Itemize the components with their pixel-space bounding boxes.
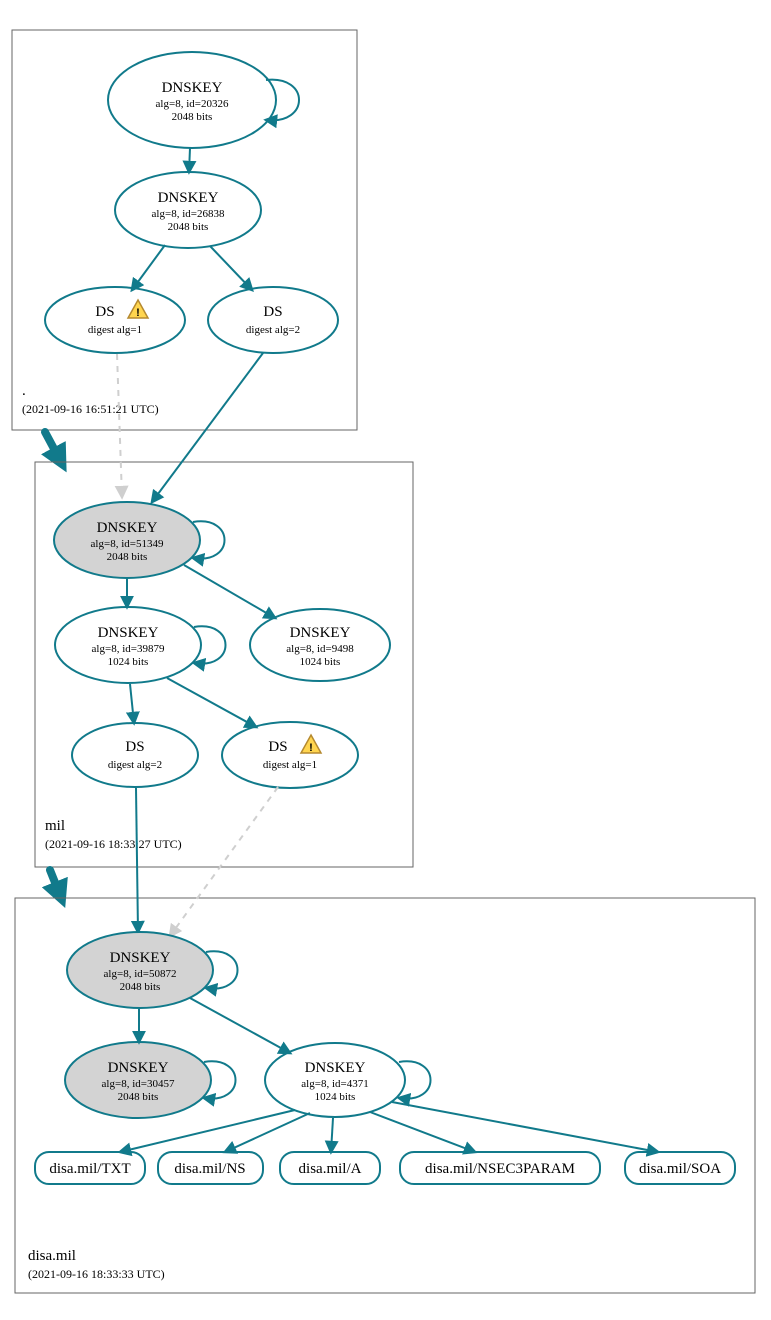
svg-text:DNSKEY: DNSKEY xyxy=(290,625,351,641)
svg-text:alg=8, id=26838: alg=8, id=26838 xyxy=(152,208,225,220)
edge-milzsk-to-ds1 xyxy=(167,678,256,727)
node-root-ds2: DS digest alg=2 xyxy=(208,287,338,353)
edge-root-ksk-to-zsk xyxy=(189,148,190,172)
zone-root-timestamp: (2021-09-16 16:51:21 UTC) xyxy=(22,402,159,416)
edge-root-zsk-to-ds2 xyxy=(210,246,252,290)
node-mil-ds2: DS digest alg=2 xyxy=(72,723,198,787)
rr-soa: disa.mil/SOA xyxy=(625,1152,735,1184)
node-root-ds1: DS digest alg=1 ! xyxy=(45,287,185,353)
svg-text:2048 bits: 2048 bits xyxy=(168,221,209,233)
node-mil-ds1: DS digest alg=1 ! xyxy=(222,722,358,788)
node-root-zsk: DNSKEY alg=8, id=26838 2048 bits xyxy=(115,172,261,248)
edge-ds1-to-milksk-dashed xyxy=(117,354,122,497)
svg-text:2048 bits: 2048 bits xyxy=(172,111,213,123)
edge-milds2-to-disaksk xyxy=(136,788,138,932)
svg-text:alg=8, id=30457: alg=8, id=30457 xyxy=(102,1078,175,1090)
svg-text:alg=8, id=20326: alg=8, id=20326 xyxy=(156,98,229,110)
zone-mil-name: mil xyxy=(45,818,65,834)
svg-text:DNSKEY: DNSKEY xyxy=(305,1060,366,1076)
svg-text:2048 bits: 2048 bits xyxy=(107,551,148,563)
edge-zsk-to-soa xyxy=(392,1102,658,1152)
svg-text:DNSKEY: DNSKEY xyxy=(108,1060,169,1076)
svg-text:digest alg=2: digest alg=2 xyxy=(108,759,162,771)
edge-root-to-mil-thick xyxy=(45,432,60,460)
rr-a: disa.mil/A xyxy=(280,1152,380,1184)
rr-ns: disa.mil/NS xyxy=(158,1152,263,1184)
svg-text:DNSKEY: DNSKEY xyxy=(158,190,219,206)
svg-text:DNSKEY: DNSKEY xyxy=(110,950,171,966)
svg-text:alg=8, id=9498: alg=8, id=9498 xyxy=(286,643,354,655)
svg-text:2048 bits: 2048 bits xyxy=(118,1091,159,1103)
edge-mil-to-disa-thick xyxy=(50,870,60,895)
edge-ds2-to-milksk xyxy=(152,353,263,502)
rr-txt: disa.mil/TXT xyxy=(35,1152,145,1184)
svg-text:disa.mil/SOA: disa.mil/SOA xyxy=(639,1161,721,1177)
svg-text:alg=8, id=51349: alg=8, id=51349 xyxy=(91,538,164,550)
node-mil-zsk: DNSKEY alg=8, id=39879 1024 bits xyxy=(55,607,201,683)
svg-text:1024 bits: 1024 bits xyxy=(108,656,149,668)
svg-text:alg=8, id=39879: alg=8, id=39879 xyxy=(92,643,165,655)
node-mil-zsk2: DNSKEY alg=8, id=9498 1024 bits xyxy=(250,609,390,681)
svg-text:disa.mil/NSEC3PARAM: disa.mil/NSEC3PARAM xyxy=(425,1161,575,1177)
svg-text:disa.mil/TXT: disa.mil/TXT xyxy=(49,1161,130,1177)
zone-root-name: . xyxy=(22,383,26,399)
edge-zsk-to-a xyxy=(331,1118,333,1152)
edge-milksk-to-zsk2 xyxy=(184,565,275,618)
svg-text:alg=8, id=4371: alg=8, id=4371 xyxy=(301,1078,368,1090)
node-mil-ksk: DNSKEY alg=8, id=51349 2048 bits xyxy=(54,502,200,578)
svg-text:2048 bits: 2048 bits xyxy=(120,981,161,993)
edge-zsk-to-ns xyxy=(225,1113,310,1152)
zone-disa-timestamp: (2021-09-16 18:33:33 UTC) xyxy=(28,1267,165,1281)
svg-text:disa.mil/A: disa.mil/A xyxy=(299,1161,362,1177)
edge-root-zsk-to-ds1 xyxy=(132,245,165,290)
svg-text:DNSKEY: DNSKEY xyxy=(98,625,159,641)
node-disa-ksk: DNSKEY alg=8, id=50872 2048 bits xyxy=(67,932,213,1008)
rr-nsec3param: disa.mil/NSEC3PARAM xyxy=(400,1152,600,1184)
svg-text:digest alg=2: digest alg=2 xyxy=(246,324,300,336)
svg-text:DS: DS xyxy=(263,304,282,320)
svg-text:DS: DS xyxy=(125,739,144,755)
edge-zsk-to-nsec xyxy=(370,1112,475,1152)
svg-text:DS: DS xyxy=(95,304,114,320)
svg-text:1024 bits: 1024 bits xyxy=(300,656,341,668)
edge-disaksk-to-zsk xyxy=(190,998,290,1053)
edge-milds1-to-disaksk-dashed xyxy=(170,787,278,936)
dnssec-graph: . (2021-09-16 16:51:21 UTC) DNSKEY alg=8… xyxy=(0,0,771,1320)
svg-text:disa.mil/NS: disa.mil/NS xyxy=(174,1161,245,1177)
svg-text:DNSKEY: DNSKEY xyxy=(97,520,158,536)
svg-text:digest alg=1: digest alg=1 xyxy=(88,324,142,336)
svg-text:!: ! xyxy=(136,307,140,319)
svg-text:alg=8, id=50872: alg=8, id=50872 xyxy=(104,968,177,980)
zone-disa-name: disa.mil xyxy=(28,1248,76,1264)
svg-text:!: ! xyxy=(309,742,313,754)
svg-text:DS: DS xyxy=(268,739,287,755)
zone-mil-timestamp: (2021-09-16 18:33:27 UTC) xyxy=(45,837,182,851)
node-root-ksk: DNSKEY alg=8, id=20326 2048 bits xyxy=(108,52,276,148)
edge-milzsk-to-ds2 xyxy=(130,684,134,723)
node-disa-ksk2: DNSKEY alg=8, id=30457 2048 bits xyxy=(65,1042,211,1118)
svg-text:DNSKEY: DNSKEY xyxy=(162,80,223,96)
svg-text:1024 bits: 1024 bits xyxy=(315,1091,356,1103)
node-disa-zsk: DNSKEY alg=8, id=4371 1024 bits xyxy=(265,1043,405,1117)
svg-text:digest alg=1: digest alg=1 xyxy=(263,759,317,771)
